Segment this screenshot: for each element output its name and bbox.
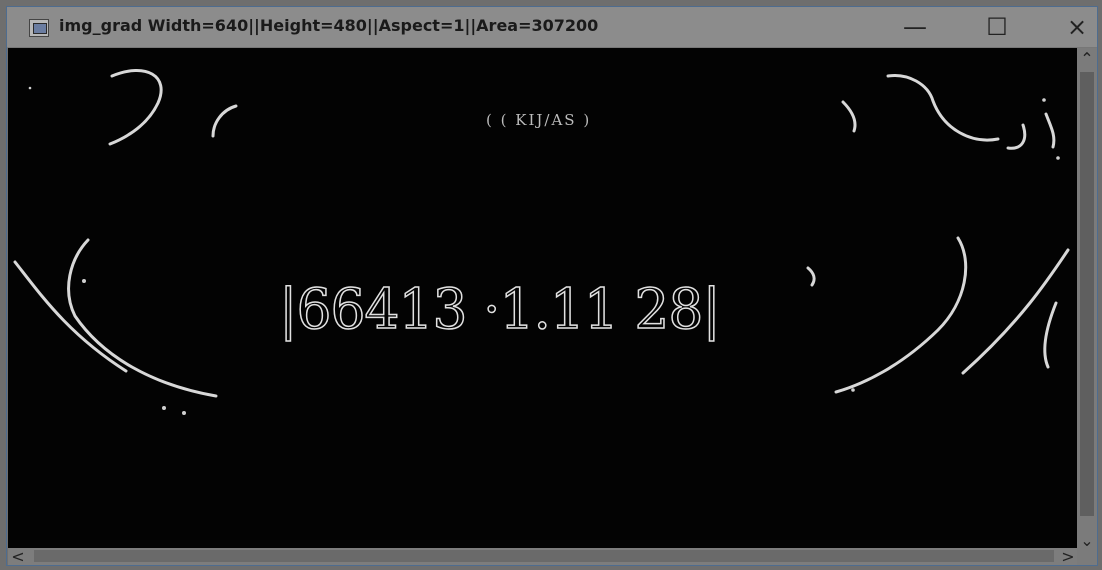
gradient-image: ( ( KIJ/AS ) |66413 ·1.11 28|: [8, 48, 1078, 550]
chevron-down-icon[interactable]: ⌄: [1077, 530, 1097, 550]
plate-image-text: |66413 ·1.11 28|: [279, 277, 720, 341]
vertical-scrollbar[interactable]: ⌃ ⌄: [1077, 48, 1097, 550]
top-image-text: ( ( KIJ/AS ): [486, 111, 591, 129]
app-icon: [29, 19, 49, 37]
chevron-left-icon[interactable]: <: [8, 546, 28, 566]
window-title: img_grad Width=640||Height=480||Aspect=1…: [59, 16, 599, 35]
vertical-scroll-thumb[interactable]: [1080, 72, 1094, 516]
image-window: img_grad Width=640||Height=480||Aspect=1…: [6, 6, 1098, 566]
close-button[interactable]: ×: [1047, 7, 1102, 47]
maximize-button[interactable]: ☐: [967, 7, 1027, 47]
scroll-corner: [1077, 548, 1097, 565]
horizontal-scroll-thumb[interactable]: [34, 550, 1054, 562]
chevron-up-icon[interactable]: ⌃: [1077, 48, 1097, 68]
image-viewport[interactable]: ( ( KIJ/AS ) |66413 ·1.11 28|: [8, 48, 1078, 550]
horizontal-scrollbar[interactable]: < >: [8, 546, 1078, 566]
title-bar[interactable]: img_grad Width=640||Height=480||Aspect=1…: [7, 7, 1097, 48]
chevron-right-icon[interactable]: >: [1058, 546, 1078, 566]
minimize-button[interactable]: —: [885, 7, 945, 47]
